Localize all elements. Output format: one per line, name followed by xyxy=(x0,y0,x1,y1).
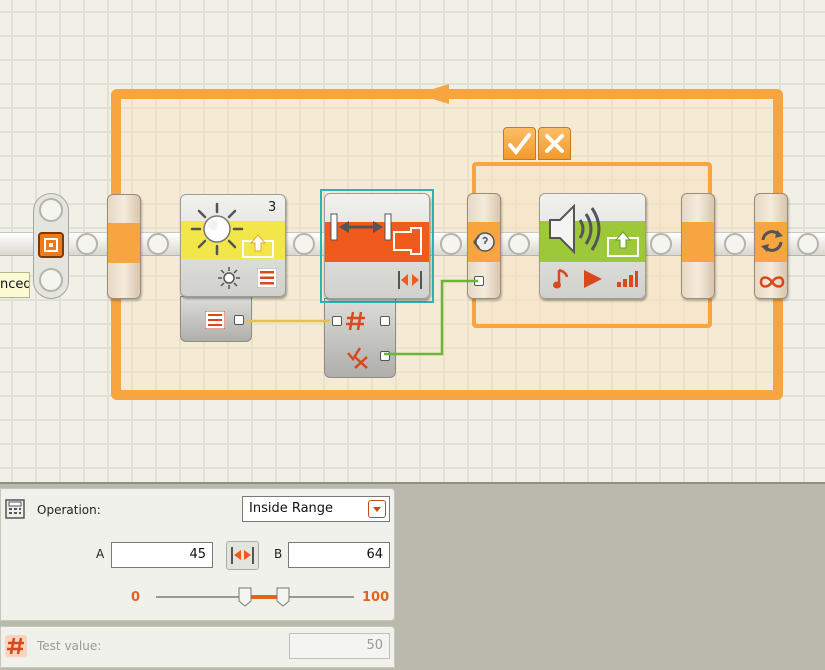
calculator-icon xyxy=(5,499,25,519)
range-config-section: Operation: Inside Range A 45 B 64 0 100 xyxy=(0,488,395,621)
test-value-label: Test value: xyxy=(37,639,102,653)
a-value-input[interactable]: 45 xyxy=(111,542,213,568)
program-canvas[interactable]: nced 3 xyxy=(0,0,825,482)
operation-value: Inside Range xyxy=(249,501,334,516)
test-value-section: Test value: 50 xyxy=(0,626,395,668)
operation-label: Operation: xyxy=(37,503,101,517)
slider-max-label: 100 xyxy=(362,590,390,605)
wire-range-to-switch xyxy=(384,279,478,356)
a-label: A xyxy=(96,547,105,561)
slider-min-label: 0 xyxy=(131,590,141,605)
dropdown-arrow-button[interactable] xyxy=(368,500,386,518)
chevron-down-icon xyxy=(373,507,381,512)
hash-icon xyxy=(5,635,27,657)
operation-dropdown[interactable]: Inside Range xyxy=(242,496,390,522)
inside-range-icon xyxy=(231,547,254,564)
test-value-input[interactable]: 50 xyxy=(289,633,390,659)
slider-thumb-a[interactable] xyxy=(238,587,252,607)
b-value-input[interactable]: 64 xyxy=(288,542,390,568)
slider-thumb-b[interactable] xyxy=(276,587,290,607)
data-wires xyxy=(246,279,478,356)
b-label: B xyxy=(274,547,283,561)
range-mode-button[interactable] xyxy=(226,541,259,570)
